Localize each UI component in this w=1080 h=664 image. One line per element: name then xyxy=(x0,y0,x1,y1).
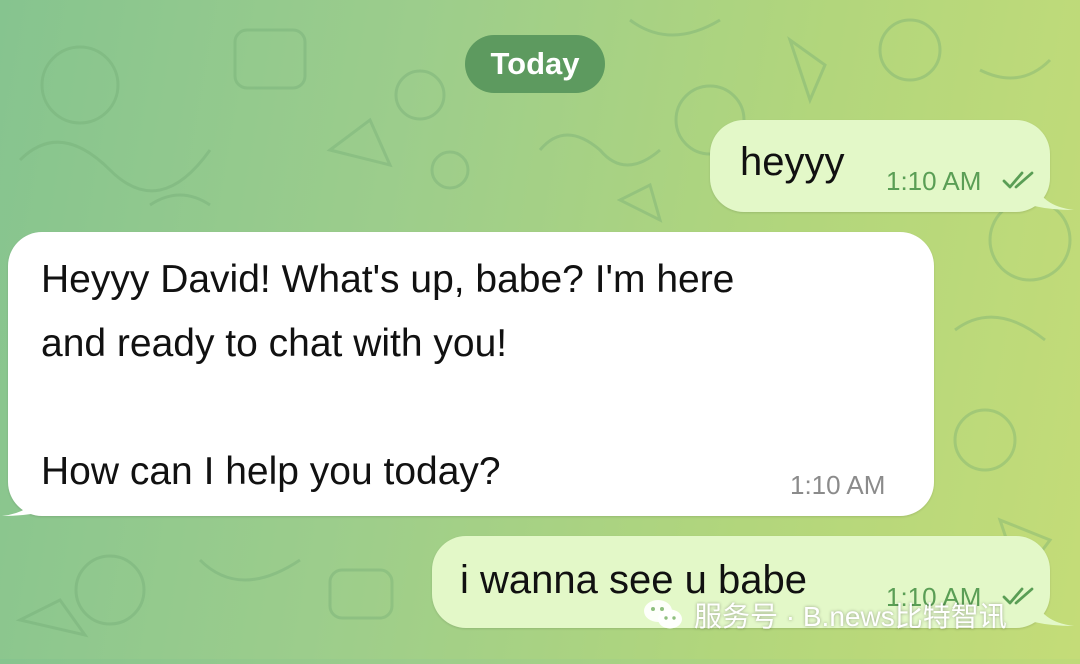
message-text: heyyy xyxy=(740,140,845,184)
message-line: How can I help you today? xyxy=(41,450,501,493)
double-check-icon xyxy=(1002,171,1034,189)
message-line: and ready to chat with you! xyxy=(41,322,508,365)
date-separator: Today xyxy=(465,35,605,93)
double-check-icon xyxy=(1002,587,1034,605)
incoming-message-bubble[interactable]: Heyyy David! What's up, babe? I'm here a… xyxy=(8,232,934,516)
message-time: 1:10 AM xyxy=(790,470,886,500)
outgoing-message-bubble[interactable]: heyyy 1:10 AM xyxy=(710,120,1050,212)
bubble-tail xyxy=(2,486,42,516)
watermark: 服务号 · B.news比特智讯 xyxy=(642,592,1007,638)
message-time: 1:10 AM xyxy=(886,166,982,196)
bubble-tail xyxy=(1034,596,1074,626)
message-line: Heyyy David! What's up, babe? I'm here xyxy=(41,258,735,301)
bubble-tail xyxy=(1034,180,1074,210)
wechat-icon xyxy=(644,600,682,629)
watermark-text: 服务号 · B.news比特智讯 xyxy=(694,601,1007,632)
